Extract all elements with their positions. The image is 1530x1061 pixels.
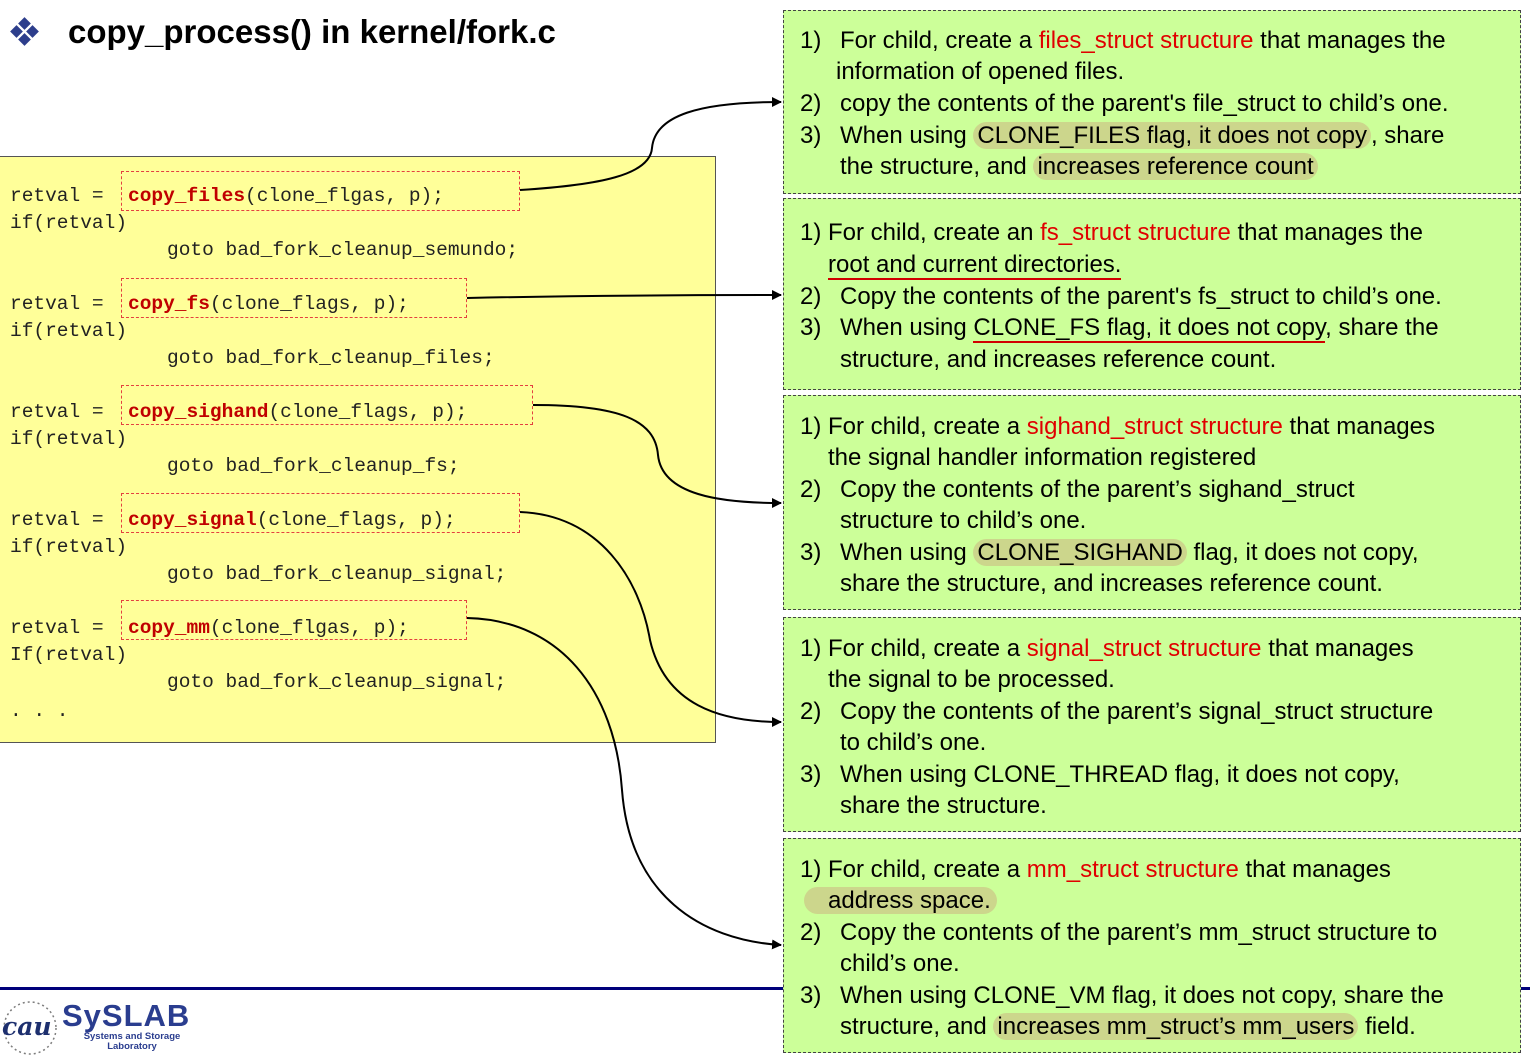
arrow-copy-signal bbox=[519, 511, 782, 727]
arrow-copy-mm bbox=[466, 617, 782, 950]
arrow-copy-files bbox=[519, 97, 782, 191]
arrow-copy-sighand bbox=[532, 404, 782, 508]
connector-arrows bbox=[466, 97, 782, 950]
arrow-copy-fs bbox=[466, 290, 782, 301]
